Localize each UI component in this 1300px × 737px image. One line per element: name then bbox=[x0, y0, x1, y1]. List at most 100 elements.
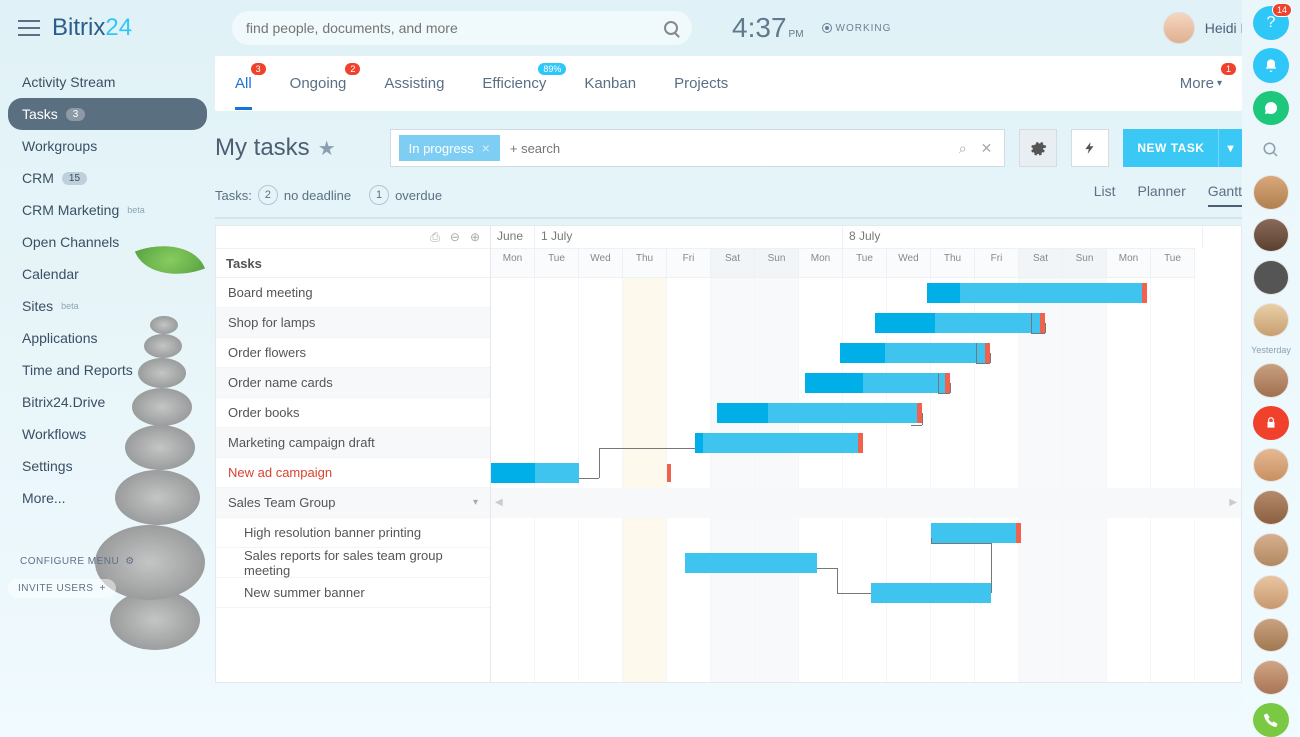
sidebar-item-tasks[interactable]: Tasks3 bbox=[8, 98, 207, 130]
no-deadline-count[interactable]: 2 bbox=[258, 185, 278, 205]
task-row[interactable]: High resolution banner printing bbox=[216, 518, 490, 548]
global-search[interactable] bbox=[232, 11, 692, 45]
gantt-bar[interactable] bbox=[875, 313, 1045, 333]
print-icon[interactable]: ⎙ bbox=[430, 230, 440, 248]
sidebar-item-crm-marketing[interactable]: CRM Marketingbeta bbox=[8, 194, 207, 226]
sidebar-item-crm[interactable]: CRM15 bbox=[8, 162, 207, 194]
sidebar-item-workgroups[interactable]: Workgroups bbox=[8, 130, 207, 162]
overdue-count[interactable]: 1 bbox=[369, 185, 389, 205]
group-band bbox=[491, 488, 1241, 518]
contact-avatar-5[interactable] bbox=[1253, 363, 1289, 397]
contact-avatar-3[interactable] bbox=[1253, 260, 1289, 294]
task-row[interactable]: Sales reports for sales team group meeti… bbox=[216, 548, 490, 578]
gantt-marker bbox=[667, 464, 671, 482]
tabs-bar: All3 Ongoing2 Assisting Efficiency89% Kanban… bbox=[215, 56, 1242, 111]
task-row[interactable]: New summer banner bbox=[216, 578, 490, 608]
bolt-button[interactable] bbox=[1071, 129, 1109, 167]
bell-icon[interactable] bbox=[1253, 48, 1289, 82]
filter-chip[interactable]: In progress× bbox=[399, 135, 500, 161]
gantt-timeline[interactable]: June1 July8 July MonTueWedThuFriSatSunMo… bbox=[491, 226, 1241, 682]
sidebar-item-open-channels[interactable]: Open Channels bbox=[8, 226, 207, 258]
user-avatar bbox=[1163, 12, 1195, 44]
gantt-bar[interactable] bbox=[871, 583, 991, 603]
tab-ongoing[interactable]: Ongoing2 bbox=[290, 57, 347, 110]
filter-search-icon[interactable]: ⌕ bbox=[955, 140, 971, 157]
tab-efficiency[interactable]: Efficiency89% bbox=[482, 57, 546, 110]
sidebar-item-time-and-reports[interactable]: Time and Reports bbox=[8, 354, 207, 386]
filter-clear-icon[interactable]: ✕ bbox=[977, 140, 997, 157]
sidebar-item-bitrix24-drive[interactable]: Bitrix24.Drive bbox=[8, 386, 207, 418]
sidebar-item-workflows[interactable]: Workflows bbox=[8, 418, 207, 450]
day-header: Tue bbox=[1151, 248, 1195, 278]
gantt-bar[interactable] bbox=[805, 373, 950, 393]
contact-avatar-2[interactable] bbox=[1253, 218, 1289, 252]
task-row[interactable]: Order flowers bbox=[216, 338, 490, 368]
hamburger-icon[interactable] bbox=[18, 20, 40, 36]
view-gantt[interactable]: Gantt bbox=[1208, 183, 1242, 207]
gantt-bar[interactable] bbox=[695, 433, 863, 453]
chip-close-icon[interactable]: × bbox=[482, 140, 490, 156]
working-status[interactable]: WORKING bbox=[822, 23, 892, 34]
gantt-link bbox=[1031, 313, 1032, 333]
task-row[interactable]: Shop for lamps bbox=[216, 308, 490, 338]
sidebar-item-more-[interactable]: More... bbox=[8, 482, 207, 514]
help-icon[interactable]: ?14 bbox=[1253, 6, 1289, 40]
task-row[interactable]: Order books bbox=[216, 398, 490, 428]
invite-users-button[interactable]: INVITE USERS + bbox=[8, 579, 116, 598]
lock-icon[interactable] bbox=[1253, 406, 1289, 440]
gantt-bar[interactable] bbox=[931, 523, 1021, 543]
task-row[interactable]: New ad campaign bbox=[216, 458, 490, 488]
contact-avatar-4[interactable] bbox=[1253, 303, 1289, 337]
gantt-bar[interactable] bbox=[491, 463, 579, 483]
gantt-link bbox=[950, 383, 951, 393]
sidebar-item-sites[interactable]: Sitesbeta bbox=[8, 290, 207, 322]
contact-avatar-7[interactable] bbox=[1253, 490, 1289, 524]
new-task-button[interactable]: NEW TASK▾ bbox=[1123, 129, 1242, 167]
day-header: Fri bbox=[667, 248, 711, 278]
settings-button[interactable] bbox=[1019, 129, 1057, 167]
tabs-more[interactable]: More ▾1 bbox=[1180, 57, 1222, 110]
gantt-bar[interactable] bbox=[927, 283, 1147, 303]
sidebar-item-calendar[interactable]: Calendar bbox=[8, 258, 207, 290]
tab-assisting[interactable]: Assisting bbox=[384, 57, 444, 110]
tab-kanban[interactable]: Kanban bbox=[584, 57, 636, 110]
zoom-out-icon[interactable]: ⊖ bbox=[450, 230, 460, 248]
timeline-column bbox=[667, 278, 711, 682]
task-row[interactable]: Sales Team Group▾ bbox=[216, 488, 490, 518]
view-list[interactable]: List bbox=[1094, 183, 1116, 207]
task-row[interactable]: Marketing campaign draft bbox=[216, 428, 490, 458]
sidebar-item-activity-stream[interactable]: Activity Stream bbox=[8, 66, 207, 98]
gantt-bar[interactable] bbox=[685, 553, 817, 573]
task-row[interactable]: Board meeting bbox=[216, 278, 490, 308]
star-icon[interactable]: ★ bbox=[318, 136, 336, 161]
sidebar: Activity StreamTasks3WorkgroupsCRM15CRM … bbox=[0, 56, 215, 737]
configure-menu-button[interactable]: CONFIGURE MENU ⚙ bbox=[8, 550, 207, 573]
search-rail-icon[interactable] bbox=[1253, 133, 1289, 167]
phone-icon[interactable] bbox=[1253, 703, 1289, 737]
gantt-bar[interactable] bbox=[840, 343, 990, 363]
sidebar-item-applications[interactable]: Applications bbox=[8, 322, 207, 354]
tab-projects[interactable]: Projects bbox=[674, 57, 728, 110]
task-row[interactable]: Order name cards bbox=[216, 368, 490, 398]
sidebar-item-settings[interactable]: Settings bbox=[8, 450, 207, 482]
zoom-in-icon[interactable]: ⊕ bbox=[470, 230, 480, 248]
contact-avatar-10[interactable] bbox=[1253, 618, 1289, 652]
contact-avatar-11[interactable] bbox=[1253, 660, 1289, 694]
gantt-link bbox=[1031, 333, 1045, 334]
view-planner[interactable]: Planner bbox=[1137, 183, 1185, 207]
overdue-link[interactable]: overdue bbox=[395, 188, 442, 203]
global-search-input[interactable] bbox=[246, 20, 664, 36]
contact-avatar-6[interactable] bbox=[1253, 448, 1289, 482]
contact-avatar-1[interactable] bbox=[1253, 175, 1289, 209]
gantt-link bbox=[991, 543, 992, 593]
tab-all[interactable]: All3 bbox=[235, 57, 252, 110]
logo[interactable]: Bitrix24 bbox=[52, 14, 132, 42]
no-deadline-link[interactable]: no deadline bbox=[284, 188, 351, 203]
new-task-dropdown[interactable]: ▾ bbox=[1218, 129, 1242, 167]
gantt-bar[interactable] bbox=[717, 403, 922, 423]
chat-icon[interactable] bbox=[1253, 91, 1289, 125]
contact-avatar-8[interactable] bbox=[1253, 533, 1289, 567]
filter-search-input[interactable] bbox=[506, 137, 949, 160]
filter-box[interactable]: In progress× ⌕ ✕ bbox=[390, 129, 1006, 167]
contact-avatar-9[interactable] bbox=[1253, 575, 1289, 609]
